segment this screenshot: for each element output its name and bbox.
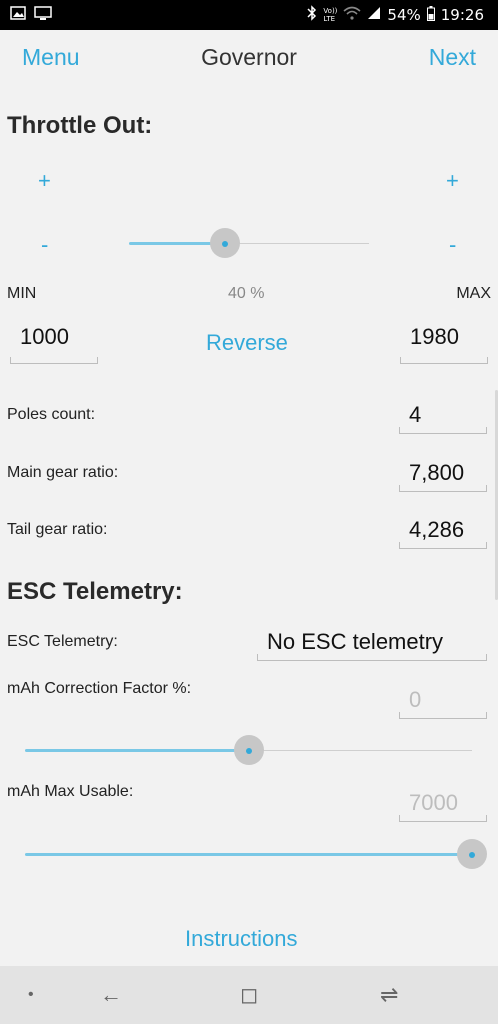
nav-dot-icon[interactable]: • (28, 986, 34, 1004)
clock: 19:26 (440, 6, 484, 24)
next-button[interactable]: Next (429, 44, 476, 71)
max-usable-slider[interactable] (25, 839, 487, 869)
volte-icon: Vo)) LTE (323, 7, 338, 23)
correction-slider[interactable] (25, 735, 472, 765)
slider-thumb-dot (469, 852, 475, 858)
menu-button[interactable]: Menu (22, 44, 80, 71)
max-usable-field[interactable]: 7000 (399, 786, 487, 822)
throttle-min-decrease-button[interactable]: - (41, 232, 48, 258)
tail-gear-field[interactable]: 4,286 (399, 513, 487, 549)
cast-icon (34, 6, 52, 24)
max-value-field[interactable]: 1980 (400, 320, 488, 364)
tail-gear-label: Tail gear ratio: (7, 521, 108, 538)
wifi-icon (343, 6, 361, 24)
min-value-field[interactable]: 1000 (10, 320, 98, 364)
esc-telemetry-select[interactable]: No ESC telemetry (257, 625, 487, 661)
esc-heading: ESC Telemetry: (7, 578, 183, 605)
main-gear-label: Main gear ratio: (7, 464, 119, 481)
slider-fill (25, 749, 249, 752)
throttle-min-increase-button[interactable]: + (38, 168, 51, 194)
throttle-percent: 40 % (228, 285, 265, 302)
poles-field[interactable]: 4 (399, 398, 487, 434)
image-icon (10, 6, 26, 24)
slider-thumb-dot (245, 748, 252, 754)
signal-icon (367, 6, 381, 24)
instructions-button[interactable]: Instructions (185, 926, 298, 952)
reverse-button[interactable]: Reverse (206, 330, 288, 356)
bluetooth-icon (307, 5, 317, 25)
back-icon[interactable]: ← (100, 982, 122, 1008)
throttle-max-decrease-button[interactable]: - (449, 232, 456, 258)
min-label: MIN (7, 285, 37, 302)
slider-thumb-dot (222, 241, 228, 247)
battery-percent: 54% (387, 6, 421, 24)
poles-label: Poles count: (7, 406, 96, 423)
esc-telemetry-label: ESC Telemetry: (7, 633, 118, 650)
correction-label: mAh Correction Factor %: (7, 680, 192, 697)
max-usable-label: mAh Max Usable: (7, 783, 134, 800)
correction-field[interactable]: 0 (399, 683, 487, 719)
throttle-heading: Throttle Out: (7, 112, 153, 139)
main-gear-field[interactable]: 7,800 (399, 456, 487, 492)
throttle-slider[interactable] (129, 228, 369, 258)
throttle-max-increase-button[interactable]: + (446, 168, 459, 194)
slider-fill (25, 853, 472, 856)
max-label: MAX (456, 285, 491, 302)
battery-icon (426, 5, 435, 25)
home-icon[interactable]: ◻ (240, 982, 258, 1008)
top-bar: Governor Menu Next (0, 30, 498, 90)
recents-icon[interactable]: ⇌ (380, 982, 398, 1008)
status-bar: Vo)) LTE 54% 19:26 (0, 0, 498, 30)
system-nav-bar: • ← ◻ ⇌ (0, 966, 498, 1024)
